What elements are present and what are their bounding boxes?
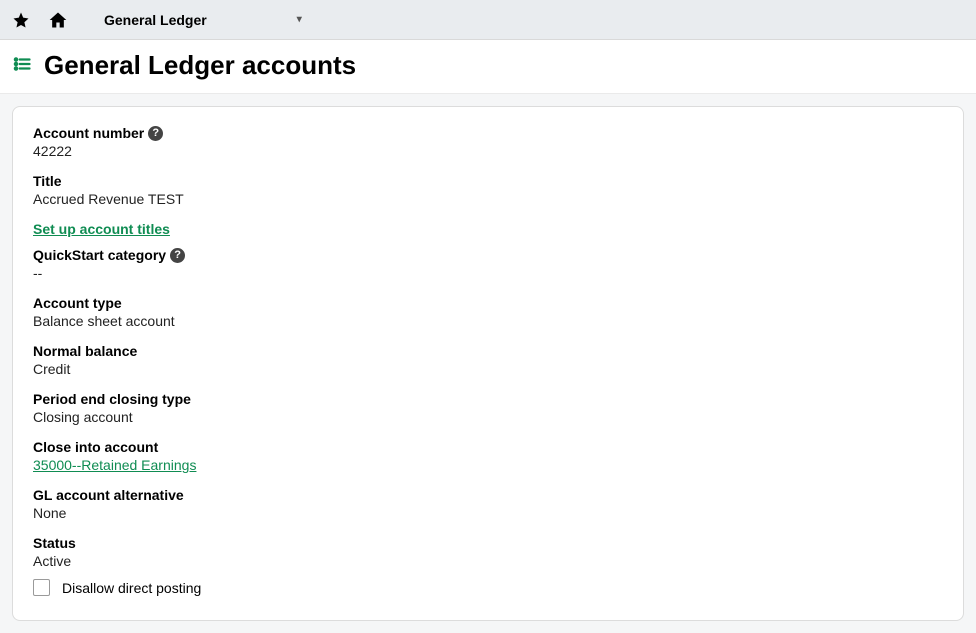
title-label: Title — [33, 173, 943, 189]
page-header: General Ledger accounts — [0, 40, 976, 94]
help-icon[interactable]: ? — [170, 248, 185, 263]
account-type-value: Balance sheet account — [33, 313, 943, 329]
home-icon[interactable] — [48, 10, 68, 30]
gl-alt-value: None — [33, 505, 943, 521]
content-area: Account number ? 42222 Title Accrued Rev… — [0, 94, 976, 633]
disallow-checkbox[interactable] — [33, 579, 50, 596]
favorites-icon[interactable] — [12, 11, 30, 29]
topbar: General Ledger ▾ — [0, 0, 976, 40]
disallow-direct-posting-row: Disallow direct posting — [33, 579, 943, 596]
account-type-label: Account type — [33, 295, 943, 311]
field-account-number: Account number ? 42222 — [33, 125, 943, 159]
account-detail-card: Account number ? 42222 Title Accrued Rev… — [12, 106, 964, 621]
list-icon[interactable] — [12, 55, 32, 76]
status-label: Status — [33, 535, 943, 551]
quickstart-value: -- — [33, 265, 943, 281]
account-number-value: 42222 — [33, 143, 943, 159]
field-account-type: Account type Balance sheet account — [33, 295, 943, 329]
field-close-into: Close into account 35000--Retained Earni… — [33, 439, 943, 473]
module-selector[interactable]: General Ledger ▾ — [104, 12, 302, 28]
period-end-label: Period end closing type — [33, 391, 943, 407]
close-into-account-link[interactable]: 35000--Retained Earnings — [33, 457, 196, 473]
field-status: Status Active — [33, 535, 943, 569]
status-value: Active — [33, 553, 943, 569]
period-end-value: Closing account — [33, 409, 943, 425]
field-title: Title Accrued Revenue TEST — [33, 173, 943, 207]
help-icon[interactable]: ? — [148, 126, 163, 141]
page-title: General Ledger accounts — [44, 50, 356, 81]
quickstart-label: QuickStart category — [33, 247, 166, 263]
gl-alt-label: GL account alternative — [33, 487, 943, 503]
setup-account-titles-link[interactable]: Set up account titles — [33, 221, 170, 237]
module-selector-label: General Ledger — [104, 12, 207, 28]
title-value: Accrued Revenue TEST — [33, 191, 943, 207]
normal-balance-value: Credit — [33, 361, 943, 377]
field-gl-alternative: GL account alternative None — [33, 487, 943, 521]
disallow-label: Disallow direct posting — [62, 580, 201, 596]
close-into-label: Close into account — [33, 439, 943, 455]
normal-balance-label: Normal balance — [33, 343, 943, 359]
chevron-down-icon: ▾ — [297, 14, 302, 25]
account-number-label: Account number — [33, 125, 144, 141]
field-period-end: Period end closing type Closing account — [33, 391, 943, 425]
field-normal-balance: Normal balance Credit — [33, 343, 943, 377]
field-quickstart: QuickStart category ? -- — [33, 247, 943, 281]
